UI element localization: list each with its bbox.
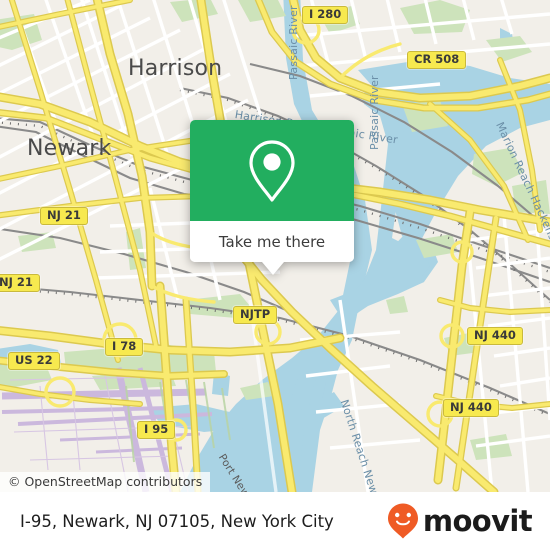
highway-shield-nj440[interactable]: NJ 440	[467, 327, 523, 345]
map-pin-icon	[249, 139, 295, 202]
popup-tail-pointer	[262, 261, 284, 275]
popup-footer[interactable]: Take me there	[190, 221, 354, 262]
highway-shield-njtp[interactable]: NJTP	[233, 306, 278, 324]
osm-attribution[interactable]: © OpenStreetMap contributors	[0, 472, 211, 492]
location-popup-card[interactable]: Take me there	[190, 120, 354, 275]
moovit-logo[interactable]: moovit	[386, 502, 533, 540]
highway-shield-nj21-2[interactable]: NJ 21	[0, 274, 40, 292]
popup-header	[190, 120, 354, 221]
moovit-pin-smiley-icon	[387, 503, 418, 539]
highway-shield-nj440-2[interactable]: NJ 440	[443, 399, 499, 417]
highway-shield-i95[interactable]: I 95	[137, 421, 176, 439]
highway-shield-cr508[interactable]: CR 508	[407, 51, 467, 69]
moovit-wordmark: moovit	[422, 504, 533, 538]
address-text: I-95, Newark, NJ 07105, New York City	[20, 511, 334, 531]
map-screenshot: Harrison Newark Passaic River Harrison R…	[0, 0, 550, 550]
take-me-there-label: Take me there	[218, 232, 326, 251]
highway-shield-nj21[interactable]: NJ 21	[40, 207, 88, 225]
highway-shield-i78[interactable]: I 78	[105, 338, 144, 356]
highway-shield-i280[interactable]: I 280	[302, 6, 349, 24]
map-canvas[interactable]: Harrison Newark Passaic River Harrison R…	[0, 0, 550, 492]
footer-bar: I-95, Newark, NJ 07105, New York City mo…	[0, 492, 550, 550]
highway-shield-us22[interactable]: US 22	[8, 352, 60, 370]
